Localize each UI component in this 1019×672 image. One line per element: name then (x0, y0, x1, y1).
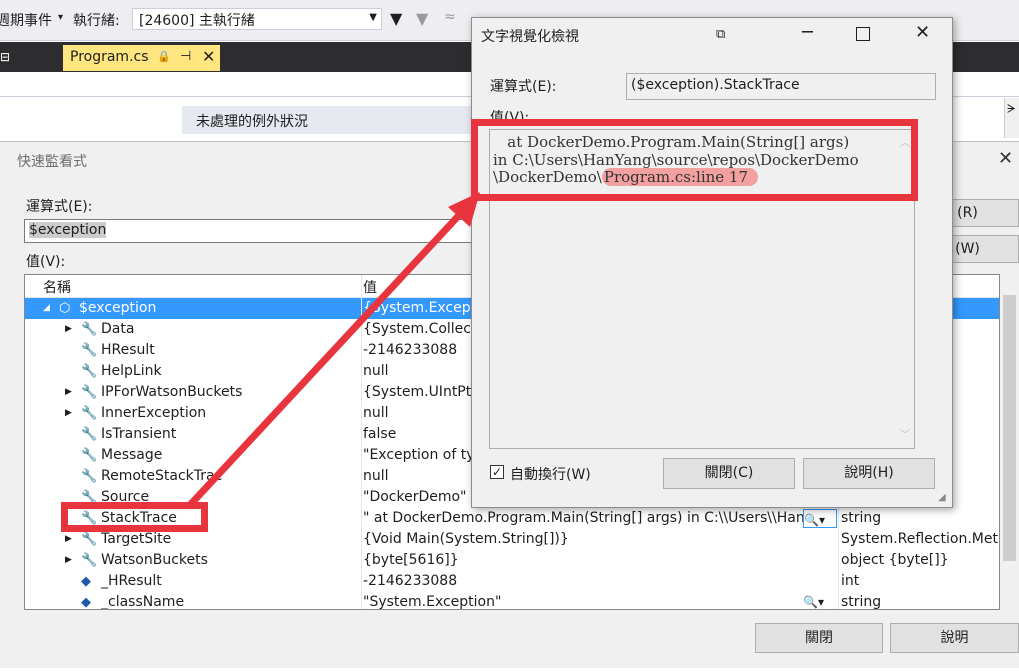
annotation-arrow (187, 192, 480, 508)
arrow-shaft (187, 209, 465, 508)
